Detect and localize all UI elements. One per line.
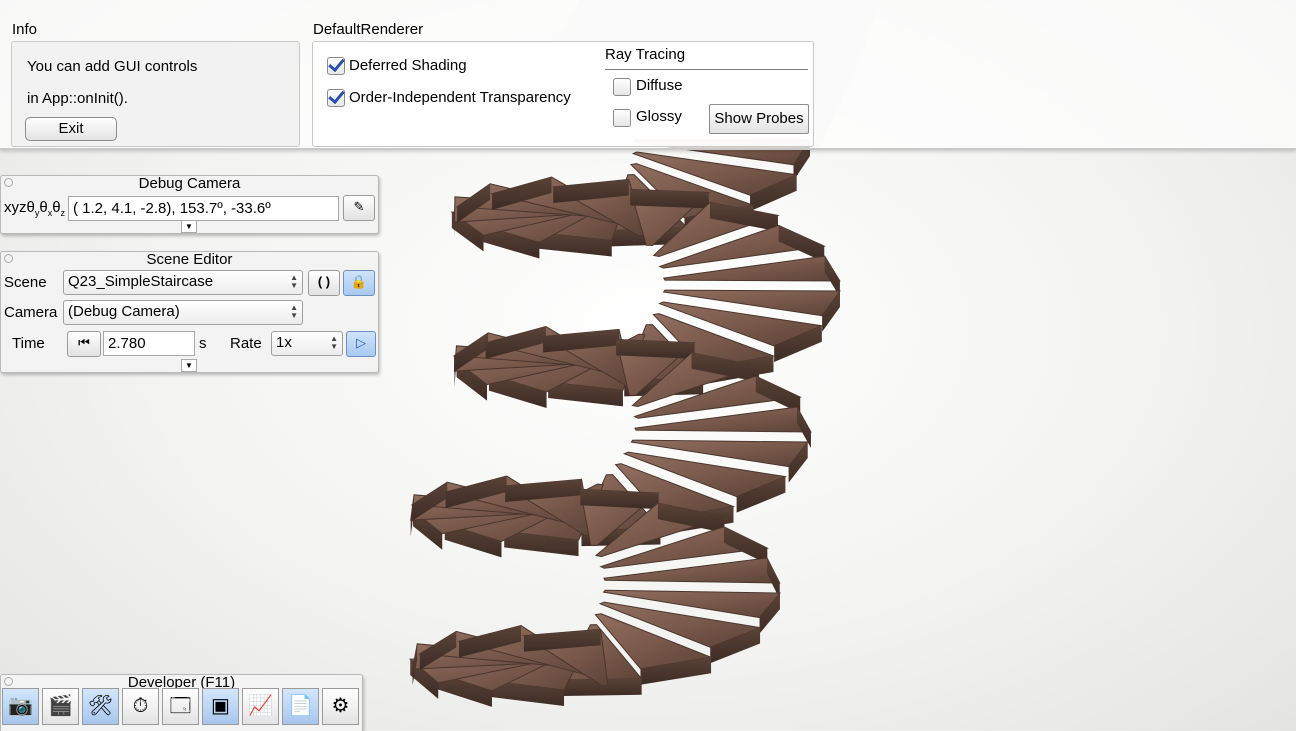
- info-panel-title: Info: [12, 21, 38, 38]
- scene-editor-title: Scene Editor: [146, 251, 233, 268]
- play-icon: ▷: [356, 335, 366, 350]
- clock-tool-button[interactable]: ⏱: [122, 688, 159, 725]
- glossy-checkbox[interactable]: [613, 109, 631, 127]
- window-tool-button[interactable]: 🗔: [162, 688, 199, 725]
- clipboard-icon: ✎: [353, 199, 365, 214]
- renderer-panel: Deferred Shading Order-Independent Trans…: [312, 41, 814, 147]
- oit-label[interactable]: Order-Independent Transparency: [349, 89, 571, 106]
- info-panel: You can add GUI controls in App::onInit(…: [11, 41, 300, 147]
- stair-step-edge: [630, 189, 709, 209]
- debug-camera-panel: Debug Camera xyzθyθxθz ( 1.2, 4.1, -2.8)…: [0, 175, 379, 234]
- time-unit-label: s: [199, 335, 207, 352]
- rate-dropdown[interactable]: 1x ▲ ▼: [271, 331, 343, 356]
- rewind-icon: ⏮: [78, 335, 90, 350]
- log-icon: 📄: [288, 695, 313, 717]
- scene-label: Scene: [4, 274, 47, 291]
- scene-editor-panel: Scene Editor Scene Q23_SimpleStaircase ▲…: [0, 251, 379, 373]
- oit-checkbox[interactable]: [327, 89, 345, 107]
- tools-icon: 🛠: [87, 695, 114, 717]
- profiler-tool-button[interactable]: 📈: [242, 688, 279, 725]
- diffuse-label[interactable]: Diffuse: [636, 77, 682, 94]
- profiler-icon: 📈: [248, 695, 273, 717]
- camera-tool-button[interactable]: 📷: [2, 688, 39, 725]
- deferred-shading-checkbox[interactable]: [327, 57, 345, 75]
- rewind-button[interactable]: ⏮: [67, 331, 101, 357]
- glossy-label[interactable]: Glossy: [636, 108, 682, 125]
- camera-icon: 📷: [8, 695, 33, 717]
- scene-dropdown-value: Q23_SimpleStaircase: [68, 273, 214, 290]
- reload-scene-button[interactable]: ( ): [308, 270, 340, 296]
- scene-layout-icon: ▣: [211, 695, 230, 717]
- clapperboard-tool-button[interactable]: 🎬: [42, 688, 79, 725]
- info-text-line1: You can add GUI controls: [27, 58, 198, 75]
- stair-step-edge: [616, 339, 695, 359]
- ray-tracing-title: Ray Tracing: [605, 46, 686, 63]
- time-label: Time: [12, 335, 45, 352]
- rate-label: Rate: [230, 335, 262, 352]
- reload-icon: ( ): [317, 274, 331, 289]
- rate-dropdown-value: 1x: [276, 334, 292, 351]
- window-icon: 🗔: [169, 695, 192, 717]
- play-button[interactable]: ▷: [346, 331, 376, 357]
- exit-button[interactable]: Exit: [25, 117, 117, 141]
- gear-icon: ⚙: [331, 695, 350, 717]
- copy-camera-button[interactable]: ✎: [343, 195, 375, 221]
- camera-dropdown[interactable]: (Debug Camera) ▲ ▼: [63, 300, 303, 325]
- camera-coords-field[interactable]: ( 1.2, 4.1, -2.8), 153.7º, -33.6º: [68, 196, 339, 221]
- gear-tool-button[interactable]: ⚙: [322, 688, 359, 725]
- tools-tool-button[interactable]: 🛠: [82, 688, 119, 725]
- debug-camera-title: Debug Camera: [138, 175, 241, 192]
- ray-tracing-divider: [605, 69, 808, 70]
- clock-icon: ⏱: [132, 695, 149, 717]
- spiral-staircase: [408, 139, 841, 707]
- expand-arrow-icon[interactable]: ▼: [181, 220, 197, 233]
- lock-scene-button[interactable]: 🔒: [343, 270, 375, 296]
- show-probes-button[interactable]: Show Probes: [709, 104, 809, 134]
- deferred-shading-label[interactable]: Deferred Shading: [349, 57, 467, 74]
- lock-icon: 🔒: [350, 274, 368, 289]
- log-tool-button[interactable]: 📄: [282, 688, 319, 725]
- dropdown-arrows-icon: ▲ ▼: [290, 273, 298, 290]
- camera-coords-label: xyzθyθxθz: [4, 199, 66, 218]
- dropdown-arrows-icon: ▲ ▼: [290, 303, 298, 320]
- scene-layout-tool-button[interactable]: ▣: [202, 688, 239, 725]
- top-gui-bar: Info You can add GUI controls in App::on…: [0, 0, 1296, 150]
- renderer-panel-title: DefaultRenderer: [313, 21, 424, 38]
- diffuse-checkbox[interactable]: [613, 78, 631, 96]
- expand-arrow-icon[interactable]: ▼: [181, 359, 197, 372]
- camera-label: Camera: [4, 304, 58, 321]
- dropdown-arrows-icon: ▲ ▼: [330, 334, 338, 351]
- time-field[interactable]: 2.780: [103, 331, 195, 356]
- clapperboard-icon: 🎬: [48, 695, 73, 717]
- scene-dropdown[interactable]: Q23_SimpleStaircase ▲ ▼: [63, 270, 303, 295]
- info-text-line2: in App::onInit().: [27, 90, 128, 107]
- camera-dropdown-value: (Debug Camera): [68, 303, 180, 320]
